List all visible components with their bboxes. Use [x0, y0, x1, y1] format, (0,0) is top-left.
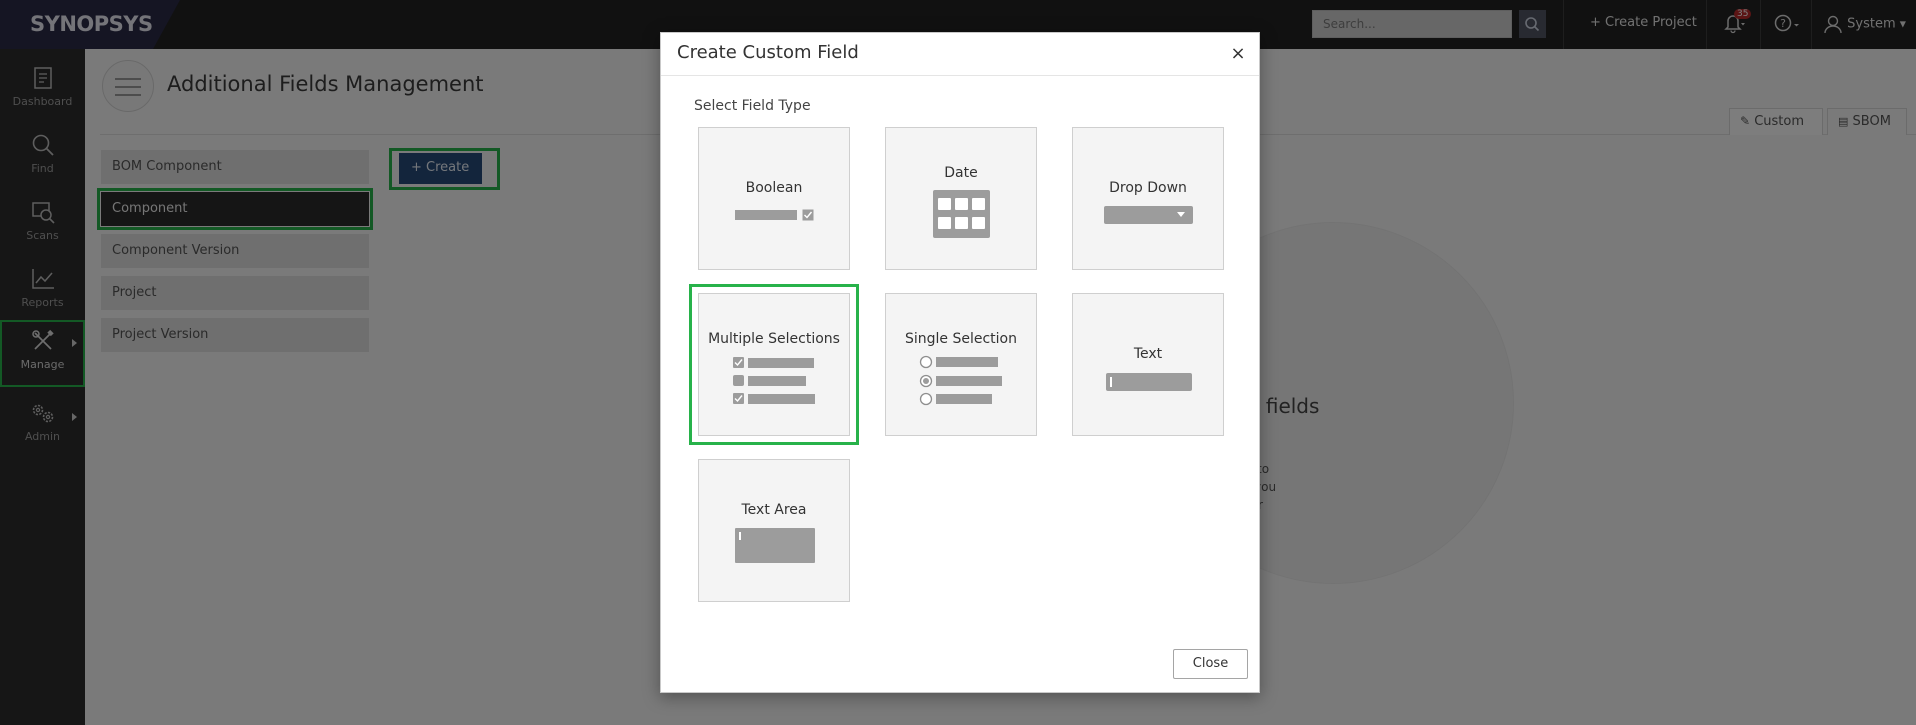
create-custom-field-dialog: Create Custom Field × Select Field Type …	[660, 32, 1260, 693]
field-type-dropdown[interactable]: Drop Down	[1072, 127, 1224, 270]
field-type-text[interactable]: Text	[1072, 293, 1224, 436]
modal-header: Create Custom Field ×	[661, 33, 1259, 76]
field-type-label: Boolean	[745, 180, 803, 196]
section-label: Select Field Type	[694, 98, 811, 114]
textarea-icon	[735, 528, 815, 563]
close-icon[interactable]: ×	[1228, 43, 1248, 64]
field-type-label: Text	[1133, 346, 1163, 362]
checkbox-icon	[802, 209, 814, 221]
field-type-label: Single Selection	[904, 331, 1017, 347]
field-type-label: Date	[944, 165, 978, 181]
modal-title: Create Custom Field	[677, 42, 859, 63]
field-type-date[interactable]: Date	[885, 127, 1037, 270]
field-type-label: Multiple Selections	[708, 331, 840, 347]
field-type-single-selection[interactable]: Single Selection	[885, 293, 1037, 436]
field-type-boolean[interactable]: Boolean	[698, 127, 850, 270]
text-input-icon	[1106, 373, 1192, 391]
multi-select-icon	[733, 357, 815, 404]
dropdown-icon	[1104, 206, 1193, 224]
field-type-multiple-selections[interactable]: Multiple Selections	[689, 284, 859, 445]
field-type-label: Drop Down	[1109, 180, 1187, 196]
radio-icon	[919, 355, 1002, 406]
field-type-label: Text Area	[741, 502, 807, 518]
boolean-icon	[735, 210, 797, 220]
field-type-text-area[interactable]: Text Area	[698, 459, 850, 602]
calendar-icon	[933, 190, 990, 238]
close-button[interactable]: Close	[1173, 649, 1248, 679]
